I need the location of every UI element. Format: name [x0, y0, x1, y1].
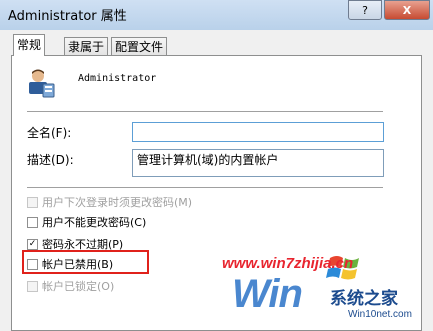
tab-member-of[interactable]: 隶属于: [64, 37, 109, 55]
watermark-logo: Win: [232, 272, 303, 316]
watermark-brand: 系统之家: [330, 289, 398, 309]
help-icon: ?: [362, 3, 368, 17]
watermark-url: www.win7zhijia.cn: [222, 255, 354, 272]
description-label: 描述(D):: [27, 153, 74, 167]
must-change-password-checkbox[interactable]: 用户下次登录时须更改密码(M): [27, 194, 192, 210]
help-button[interactable]: ?: [348, 0, 382, 20]
checkbox-box[interactable]: [27, 196, 38, 208]
full-name-field[interactable]: [132, 122, 384, 142]
cannot-change-password-checkbox[interactable]: 用户不能更改密码(C): [27, 214, 146, 230]
full-name-label: 全名(F):: [27, 126, 72, 140]
checkbox-box[interactable]: ✓: [27, 238, 38, 250]
checkbox-label: 用户不能更改密码(C): [42, 216, 147, 229]
highlight-box: [22, 250, 149, 274]
watermark-site: Win10net.com: [348, 309, 412, 320]
divider: [27, 111, 383, 112]
divider: [27, 187, 383, 188]
account-name: Administrator: [78, 73, 157, 84]
description-field[interactable]: 管理计算机(域)的内置帐户: [132, 149, 384, 177]
checkbox-box[interactable]: [27, 280, 38, 292]
checkbox-label: 用户下次登录时须更改密码(M): [42, 196, 193, 209]
close-button[interactable]: X: [384, 0, 430, 20]
checkmark-icon: ✓: [28, 238, 37, 249]
checkbox-label: 帐户已锁定(O): [42, 280, 115, 293]
tab-general[interactable]: 常规: [13, 34, 46, 56]
tab-profile[interactable]: 配置文件: [111, 37, 168, 55]
account-locked-checkbox[interactable]: 帐户已锁定(O): [27, 278, 114, 294]
close-icon: X: [402, 3, 412, 17]
checkbox-box[interactable]: [27, 216, 38, 228]
window-title: Administrator 属性: [8, 9, 127, 24]
user-icon: [29, 69, 55, 98]
